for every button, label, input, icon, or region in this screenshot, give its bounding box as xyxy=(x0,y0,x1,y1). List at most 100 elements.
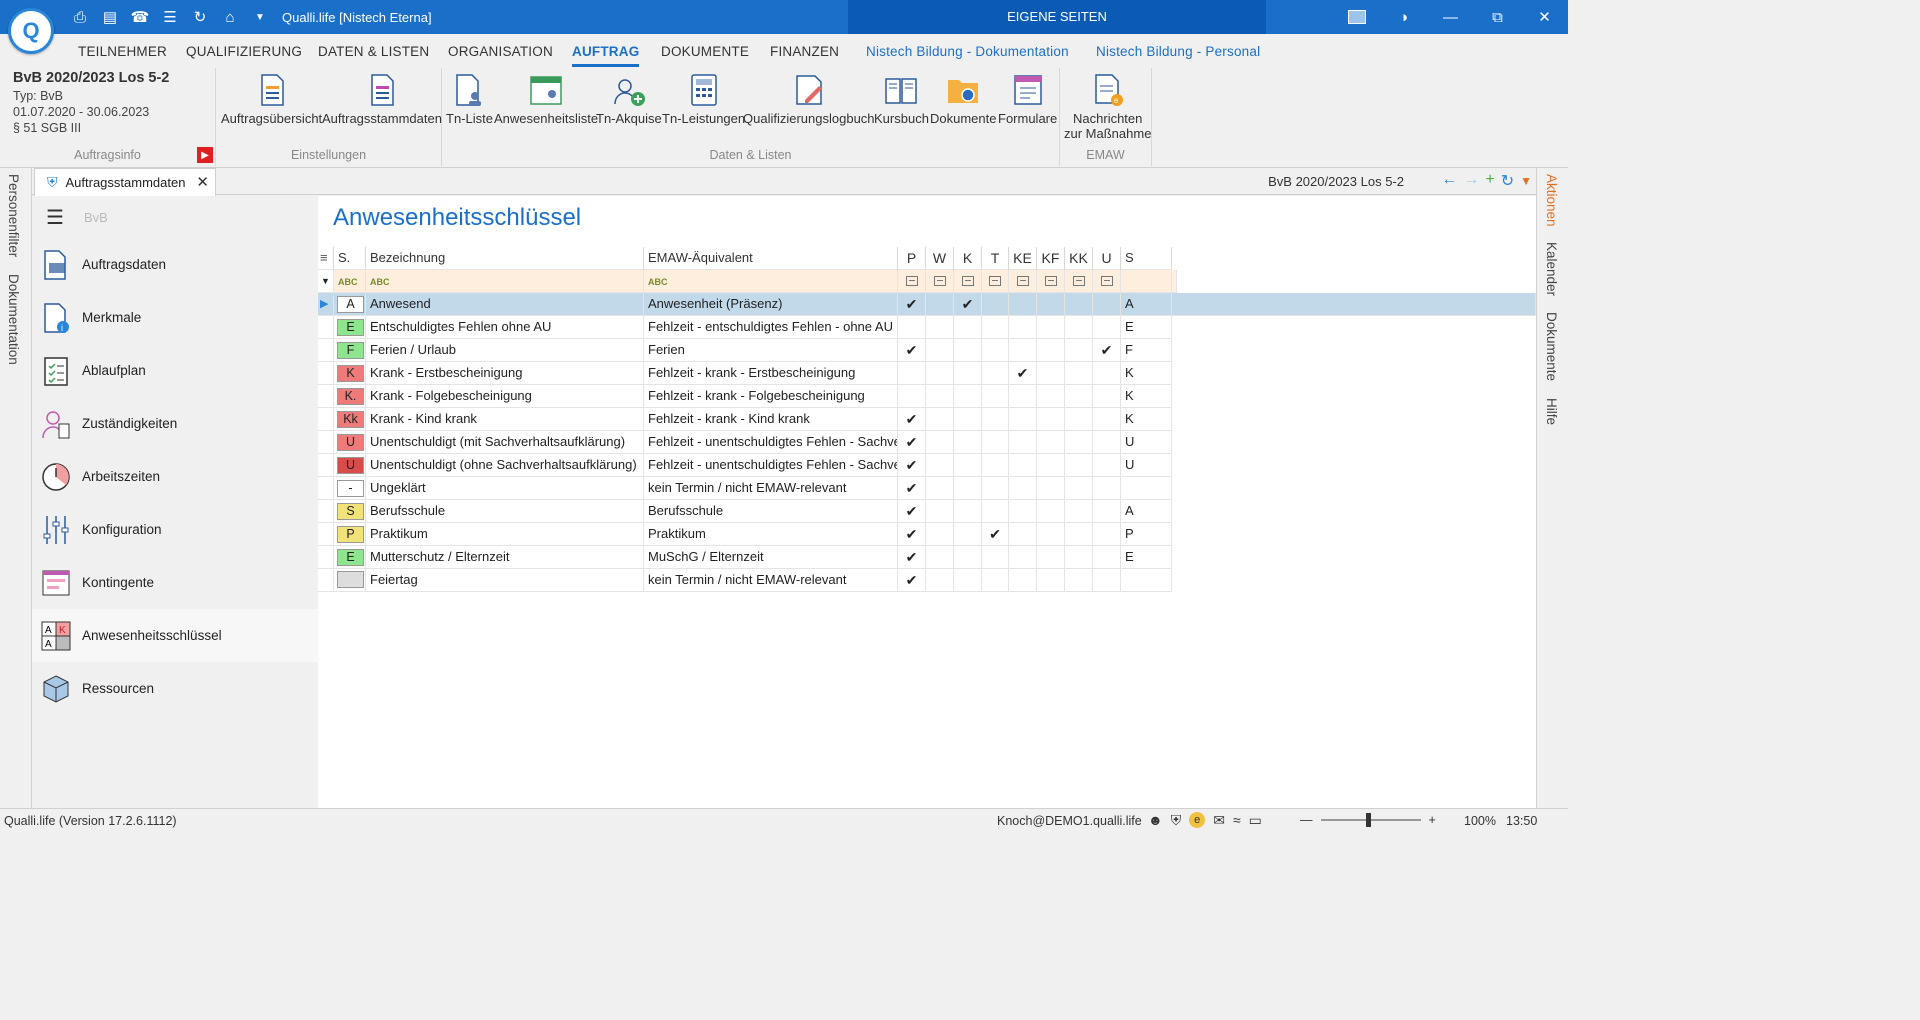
flag-cell-ke[interactable] xyxy=(1009,408,1037,431)
flag-cell-kf[interactable] xyxy=(1037,362,1065,385)
filter-cell[interactable] xyxy=(1065,270,1093,293)
reload-icon[interactable]: ↻ xyxy=(1501,171,1514,191)
flag-cell-kf[interactable] xyxy=(1037,385,1065,408)
flag-cell-w[interactable] xyxy=(926,385,954,408)
menu-teilnehmer[interactable]: TEILNEHMER xyxy=(78,44,167,59)
table-row[interactable]: - Ungeklärt kein Termin / nicht EMAW-relev… xyxy=(318,477,1536,500)
filter-cell[interactable] xyxy=(926,270,954,293)
flag-cell-ke[interactable] xyxy=(1009,523,1037,546)
flag-cell-t[interactable] xyxy=(982,293,1009,316)
nachrichten-massnahme-button[interactable]: e Nachrichten zur Maßnahme xyxy=(1064,72,1151,141)
table-row[interactable]: E Entschuldigtes Fehlen ohne AU Fehlzeit -… xyxy=(318,316,1536,339)
filter-icon[interactable]: ▼ xyxy=(318,270,334,293)
hamburger-icon[interactable]: ☰ xyxy=(46,205,64,230)
flag-cell-kk[interactable] xyxy=(1065,362,1093,385)
tab-dokumentation[interactable]: Dokumentation xyxy=(6,274,21,365)
flag-cell-k[interactable] xyxy=(954,569,982,592)
nav-item-konfiguration[interactable]: Konfiguration xyxy=(32,503,318,556)
zoom-in-icon[interactable]: + xyxy=(1429,813,1436,827)
flag-cell-u[interactable] xyxy=(1093,293,1121,316)
flag-cell-k[interactable] xyxy=(954,339,982,362)
flag-cell-k[interactable] xyxy=(954,500,982,523)
flag-cell-u[interactable] xyxy=(1093,569,1121,592)
flag-cell-u[interactable] xyxy=(1093,431,1121,454)
forward-arrow-icon[interactable]: → xyxy=(1463,171,1479,191)
flag-cell-kf[interactable] xyxy=(1037,454,1065,477)
filter-cell[interactable] xyxy=(954,270,982,293)
flag-cell-kf[interactable] xyxy=(1037,569,1065,592)
flag-cell-p[interactable]: ✔ xyxy=(898,546,926,569)
flag-cell-u[interactable] xyxy=(1093,454,1121,477)
flag-cell-t[interactable] xyxy=(982,339,1009,362)
auftragsuebersicht-button[interactable]: Auftragsübersicht xyxy=(221,72,322,126)
flag-cell-kf[interactable] xyxy=(1037,316,1065,339)
table-row[interactable]: U Unentschuldigt (ohne Sachverhaltsaufklä… xyxy=(318,454,1536,477)
flag-cell-k[interactable] xyxy=(954,546,982,569)
close-icon[interactable]: ✕ xyxy=(1521,0,1568,34)
flag-cell-ke[interactable] xyxy=(1009,431,1037,454)
table-row[interactable]: K Krank - Erstbescheinigung Fehlzeit - kra… xyxy=(318,362,1536,385)
flag-cell-t[interactable] xyxy=(982,431,1009,454)
flag-cell-ke[interactable] xyxy=(1009,339,1037,362)
flag-cell-t[interactable] xyxy=(982,454,1009,477)
checkbox-filter-icon[interactable] xyxy=(1100,276,1113,286)
flag-cell-kk[interactable] xyxy=(1065,293,1093,316)
flag-cell-t[interactable] xyxy=(982,362,1009,385)
anwesenheitsliste-button[interactable]: Anwesenheitsliste xyxy=(494,72,598,126)
flag-cell-t[interactable] xyxy=(982,546,1009,569)
filter-cell[interactable] xyxy=(1093,270,1121,293)
flag-cell-u[interactable] xyxy=(1093,408,1121,431)
flag-cell-kf[interactable] xyxy=(1037,339,1065,362)
export-icon[interactable]: ☰ xyxy=(160,7,180,27)
flag-cell-p[interactable]: ✔ xyxy=(898,408,926,431)
flag-cell-t[interactable] xyxy=(982,500,1009,523)
filter-cell[interactable] xyxy=(982,270,1009,293)
table-row[interactable]: P Praktikum Praktikum ✔ ✔ P xyxy=(318,523,1536,546)
zoom-slider-knob[interactable] xyxy=(1365,813,1371,827)
checkbox-filter-icon[interactable] xyxy=(989,276,1001,286)
flag-cell-k[interactable] xyxy=(954,385,982,408)
checkbox-filter-icon[interactable] xyxy=(905,276,918,286)
add-icon[interactable]: + xyxy=(1485,171,1494,191)
checkbox-filter-icon[interactable] xyxy=(1016,276,1029,286)
flag-cell-kk[interactable] xyxy=(1065,339,1093,362)
flag-cell-w[interactable] xyxy=(926,293,954,316)
flag-cell-kk[interactable] xyxy=(1065,454,1093,477)
column-header[interactable]: EMAW-Äquivalent xyxy=(644,247,898,270)
mail-icon[interactable]: ✉ xyxy=(1213,812,1225,829)
tab-aktionen[interactable]: Aktionen xyxy=(1544,174,1559,227)
kursbuch-button[interactable]: Kursbuch xyxy=(874,72,929,126)
tab-hilfe[interactable]: Hilfe xyxy=(1544,398,1559,425)
table-row[interactable]: K. Krank - Folgebescheinigung Fehlzeit - k… xyxy=(318,385,1536,408)
flag-cell-kf[interactable] xyxy=(1037,408,1065,431)
checkbox-filter-icon[interactable] xyxy=(1072,276,1085,286)
column-header[interactable]: KE xyxy=(1009,247,1037,270)
dropdown-icon[interactable]: ▼ xyxy=(250,7,270,27)
table-row[interactable]: Kk Krank - Kind krank Fehlzeit - krank - K… xyxy=(318,408,1536,431)
flag-cell-p[interactable]: ✔ xyxy=(898,339,926,362)
flag-cell-u[interactable]: ✔ xyxy=(1093,339,1121,362)
wifi-icon[interactable]: ≈ xyxy=(1233,812,1241,829)
nav-item-zustaendigkeiten[interactable]: Zuständigkeiten xyxy=(32,397,318,450)
flag-cell-w[interactable] xyxy=(926,431,954,454)
column-header[interactable]: Bezeichnung xyxy=(366,247,644,270)
flag-cell-kk[interactable] xyxy=(1065,408,1093,431)
flag-cell-w[interactable] xyxy=(926,477,954,500)
menu-auftrag[interactable]: AUFTRAG xyxy=(572,44,640,67)
flag-cell-ke[interactable] xyxy=(1009,569,1037,592)
column-header[interactable]: KK xyxy=(1065,247,1093,270)
zoom-out-icon[interactable]: — xyxy=(1300,813,1313,827)
flag-cell-kk[interactable] xyxy=(1065,523,1093,546)
flag-cell-kf[interactable] xyxy=(1037,500,1065,523)
tab-dokumente[interactable]: Dokumente xyxy=(1544,312,1559,381)
flag-cell-p[interactable]: ✔ xyxy=(898,454,926,477)
nav-item-ressourcen[interactable]: Ressourcen xyxy=(32,662,318,715)
filter-cell[interactable] xyxy=(898,270,926,293)
tab-personenfilter[interactable]: Personenfilter xyxy=(6,174,21,257)
column-header[interactable]: S xyxy=(1121,247,1172,270)
flag-cell-p[interactable] xyxy=(898,362,926,385)
tn-leistungen-button[interactable]: Tn-Leistungen xyxy=(662,72,745,126)
menu-qualifizierung[interactable]: QUALIFIZIERUNG xyxy=(186,44,302,59)
formulare-button[interactable]: Formulare xyxy=(998,72,1057,126)
flag-cell-w[interactable] xyxy=(926,362,954,385)
